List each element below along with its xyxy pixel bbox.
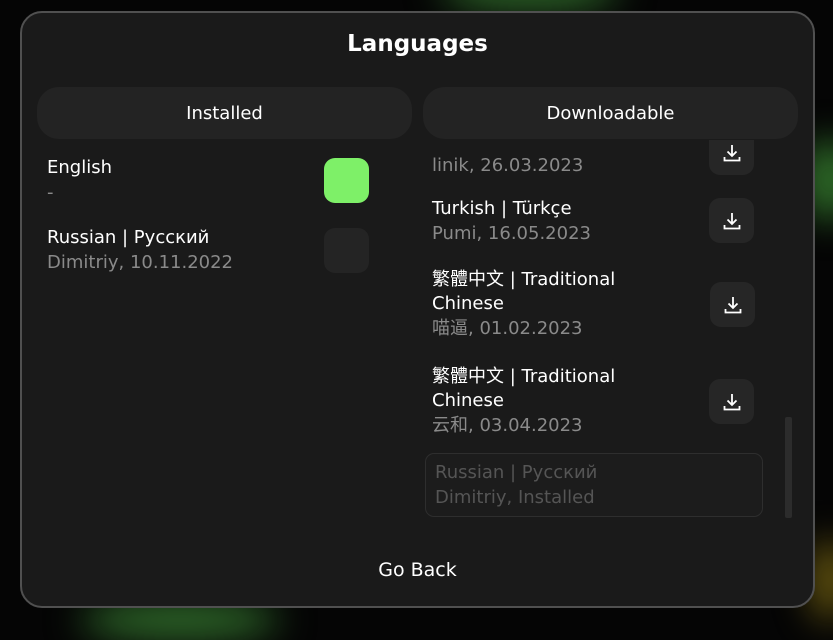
language-name: Russian | Русский xyxy=(435,462,598,483)
installed-item-english: English - xyxy=(47,156,112,206)
download-item: 繁體中文 | Traditional Chinese 云和, 03.04.202… xyxy=(432,365,662,439)
language-select-toggle[interactable] xyxy=(324,158,369,203)
language-author: linik, 26.03.2023 xyxy=(432,155,584,176)
go-back-button[interactable]: Go Back xyxy=(22,559,813,581)
download-button[interactable] xyxy=(710,282,755,327)
language-author: Dimitriy, Installed xyxy=(435,487,595,508)
installed-item-russian: Russian | Русский Dimitriy, 10.11.2022 xyxy=(47,226,233,276)
download-item: Turkish | Türkçe Pumi, 16.05.2023 xyxy=(432,197,591,247)
tab-installed[interactable]: Installed xyxy=(37,87,412,139)
dialog-title: Languages xyxy=(347,31,488,57)
language-author: - xyxy=(47,182,54,203)
language-name: 繁體中文 | Traditional Chinese xyxy=(432,366,616,411)
language-name: Turkish | Türkçe xyxy=(432,198,572,219)
background-glow xyxy=(440,0,620,10)
download-button[interactable] xyxy=(709,198,754,243)
tab-downloadable[interactable]: Downloadable xyxy=(423,87,798,139)
downloadable-list[interactable]: linik, 26.03.2023 Turkish | Türkçe Pumi,… xyxy=(424,140,794,520)
download-button[interactable] xyxy=(709,379,754,424)
language-name: English xyxy=(47,157,112,178)
language-name: Russian | Русский xyxy=(47,227,210,248)
language-author: 喵逼, 01.02.2023 xyxy=(432,318,583,339)
language-name: 繁體中文 | Traditional Chinese xyxy=(432,269,616,314)
language-author: 云和, 03.04.2023 xyxy=(432,415,583,436)
download-button[interactable] xyxy=(709,140,754,175)
scrollbar[interactable] xyxy=(785,417,792,518)
download-icon xyxy=(723,144,740,161)
download-icon xyxy=(723,393,740,410)
languages-dialog: Languages Installed Downloadable English… xyxy=(20,11,815,608)
download-icon xyxy=(723,212,740,229)
language-author: Dimitriy, 10.11.2022 xyxy=(47,252,234,273)
download-item: linik, 26.03.2023 xyxy=(432,153,583,179)
download-item-installed: Russian | Русский Dimitriy, Installed xyxy=(425,453,763,517)
download-item: 繁體中文 | Traditional Chinese 喵逼, 01.02.202… xyxy=(432,268,662,342)
language-author: Pumi, 16.05.2023 xyxy=(432,223,591,244)
download-icon xyxy=(724,296,741,313)
language-select-toggle[interactable] xyxy=(324,228,369,273)
